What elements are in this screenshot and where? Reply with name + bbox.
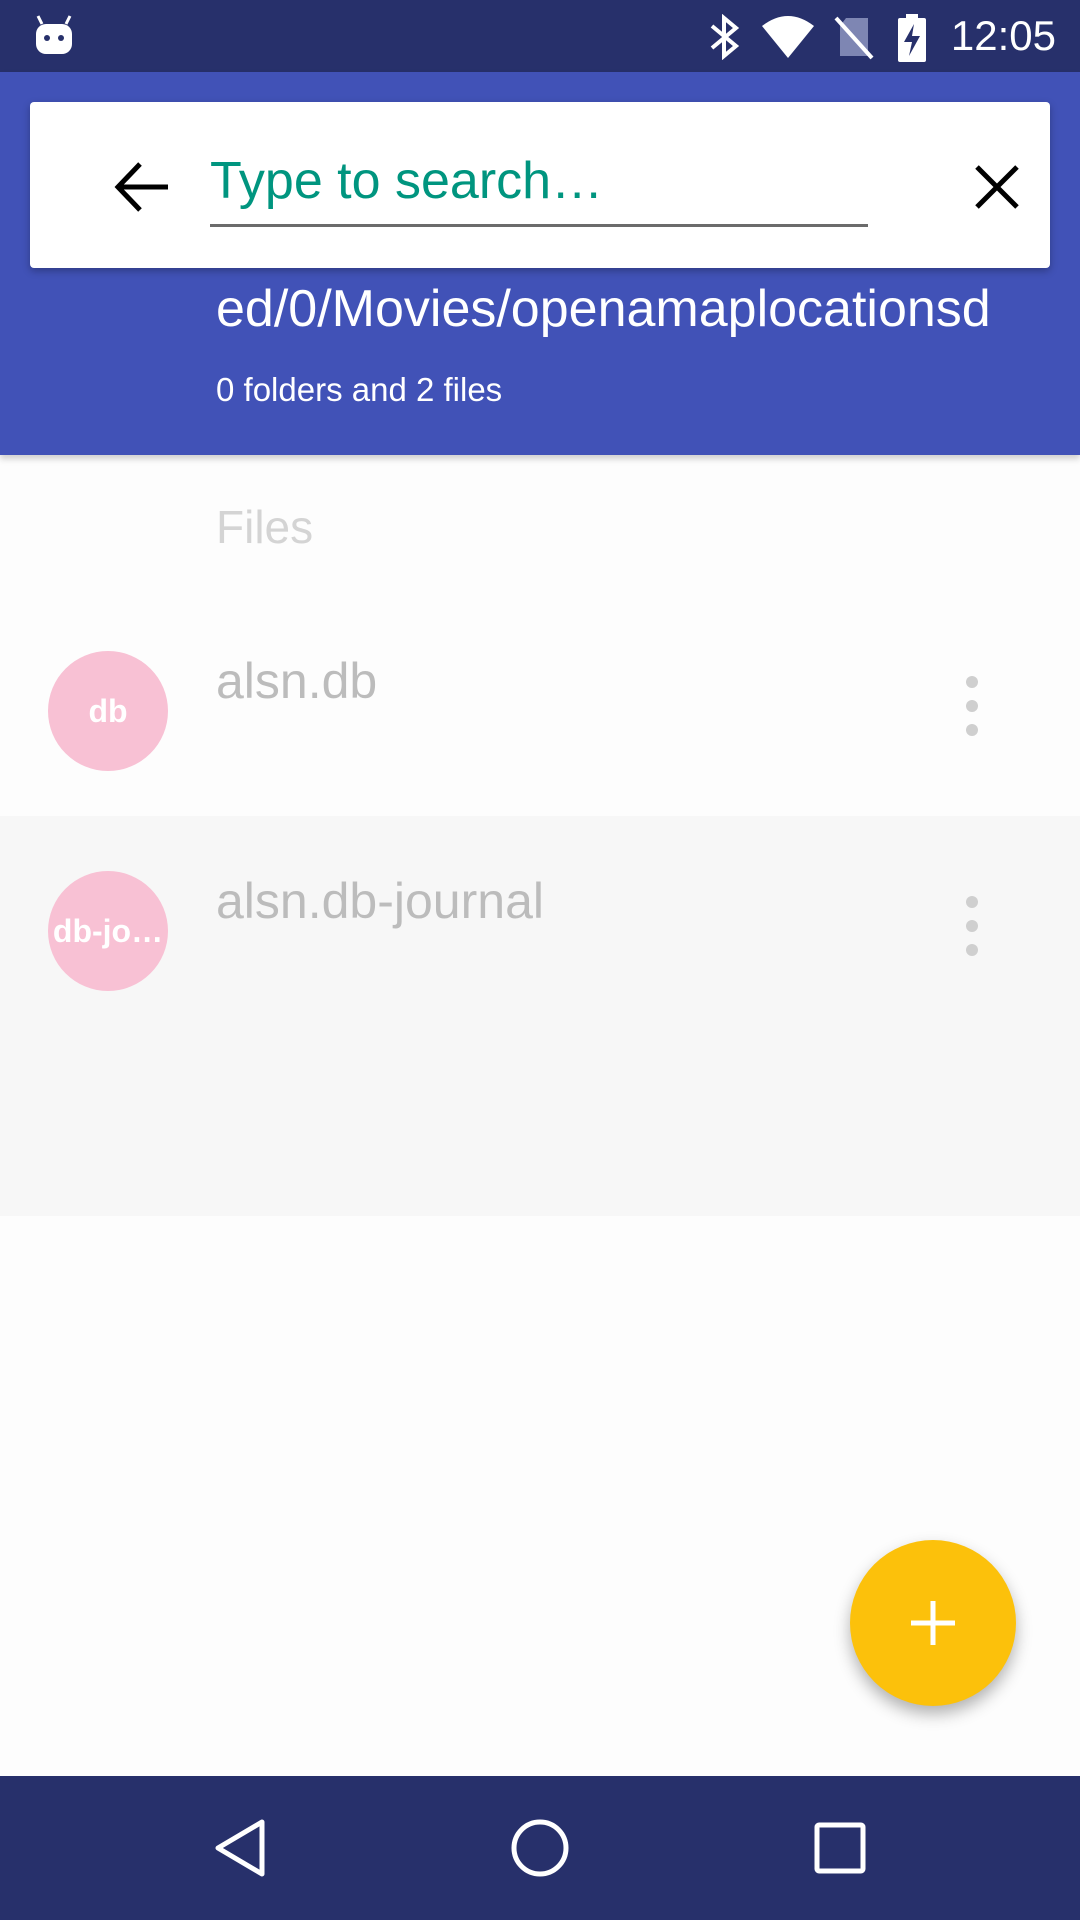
more-vert-icon xyxy=(966,676,978,736)
nav-back-button[interactable] xyxy=(180,1800,300,1896)
nav-home-button[interactable] xyxy=(480,1800,600,1896)
circle-home-icon xyxy=(511,1819,569,1877)
nav-recents-button[interactable] xyxy=(780,1800,900,1896)
android-icon xyxy=(36,15,72,54)
bluetooth-icon xyxy=(710,14,740,60)
more-vert-icon xyxy=(966,896,978,956)
current-path: ed/0/Movies/openamaplocationsd xyxy=(216,280,991,338)
section-header-files: Files xyxy=(216,501,314,553)
plus-icon xyxy=(911,1601,955,1645)
folder-summary: 0 folders and 2 files xyxy=(216,371,503,408)
search-bar xyxy=(30,102,1050,268)
back-button[interactable] xyxy=(88,142,198,232)
overflow-menu-button[interactable] xyxy=(950,666,994,746)
list-item[interactable]: db-jo… alsn.db-journal xyxy=(0,816,1080,1216)
file-name: alsn.db xyxy=(216,653,378,709)
search-input[interactable] xyxy=(210,146,868,227)
overflow-menu-button[interactable] xyxy=(950,886,994,966)
triangle-back-icon xyxy=(215,1819,265,1877)
clear-search-button[interactable] xyxy=(934,142,1054,234)
no-sim-icon xyxy=(834,16,874,60)
status-bar: 12:05 xyxy=(0,0,1080,72)
clock: 12:05 xyxy=(950,12,1056,59)
file-name: alsn.db-journal xyxy=(216,873,544,929)
wifi-icon xyxy=(762,16,814,58)
battery-charging-icon xyxy=(898,14,926,62)
avatar: db-jo… xyxy=(48,871,168,991)
close-icon xyxy=(975,165,1019,209)
add-fab-button[interactable] xyxy=(850,1540,1016,1706)
square-recents-icon xyxy=(814,1822,866,1874)
list-item[interactable]: db alsn.db xyxy=(0,596,1080,816)
arrow-back-icon xyxy=(114,162,168,212)
avatar: db xyxy=(48,651,168,771)
navigation-bar xyxy=(0,1776,1080,1920)
